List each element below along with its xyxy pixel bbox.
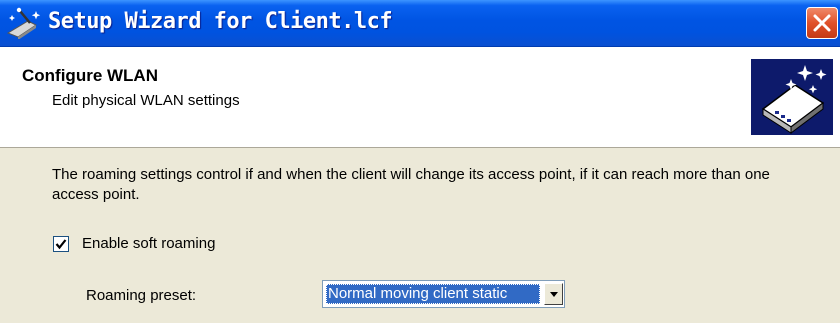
- page-title: Configure WLAN: [22, 66, 158, 85]
- roaming-preset-value[interactable]: Normal moving client static: [326, 284, 540, 304]
- wizard-device-sparkle-icon: [751, 59, 833, 135]
- title-bar[interactable]: Setup Wizard for Client.lcf: [0, 0, 840, 47]
- wizard-content: The roaming settings control if and when…: [0, 149, 840, 323]
- window-title: Setup Wizard for Client.lcf: [48, 9, 393, 34]
- roaming-description: The roaming settings control if and when…: [52, 166, 770, 203]
- checkmark-icon: [55, 239, 67, 250]
- roaming-preset-label: Roaming preset:: [86, 287, 197, 304]
- soft-roaming-label[interactable]: Enable soft roaming: [82, 235, 215, 252]
- close-button[interactable]: [806, 7, 838, 39]
- setup-wizard-window: Setup Wizard for Client.lcf Configure WL…: [0, 0, 840, 323]
- soft-roaming-checkbox[interactable]: [53, 236, 69, 252]
- chevron-down-icon: [550, 292, 558, 297]
- roaming-preset-select[interactable]: Normal moving client static: [322, 280, 565, 308]
- dropdown-button[interactable]: [544, 283, 563, 305]
- page-subtitle: Edit physical WLAN settings: [52, 92, 240, 109]
- wizard-header: Configure WLAN Edit physical WLAN settin…: [0, 47, 840, 148]
- close-icon: [813, 14, 831, 32]
- wizard-wand-icon: [6, 7, 44, 40]
